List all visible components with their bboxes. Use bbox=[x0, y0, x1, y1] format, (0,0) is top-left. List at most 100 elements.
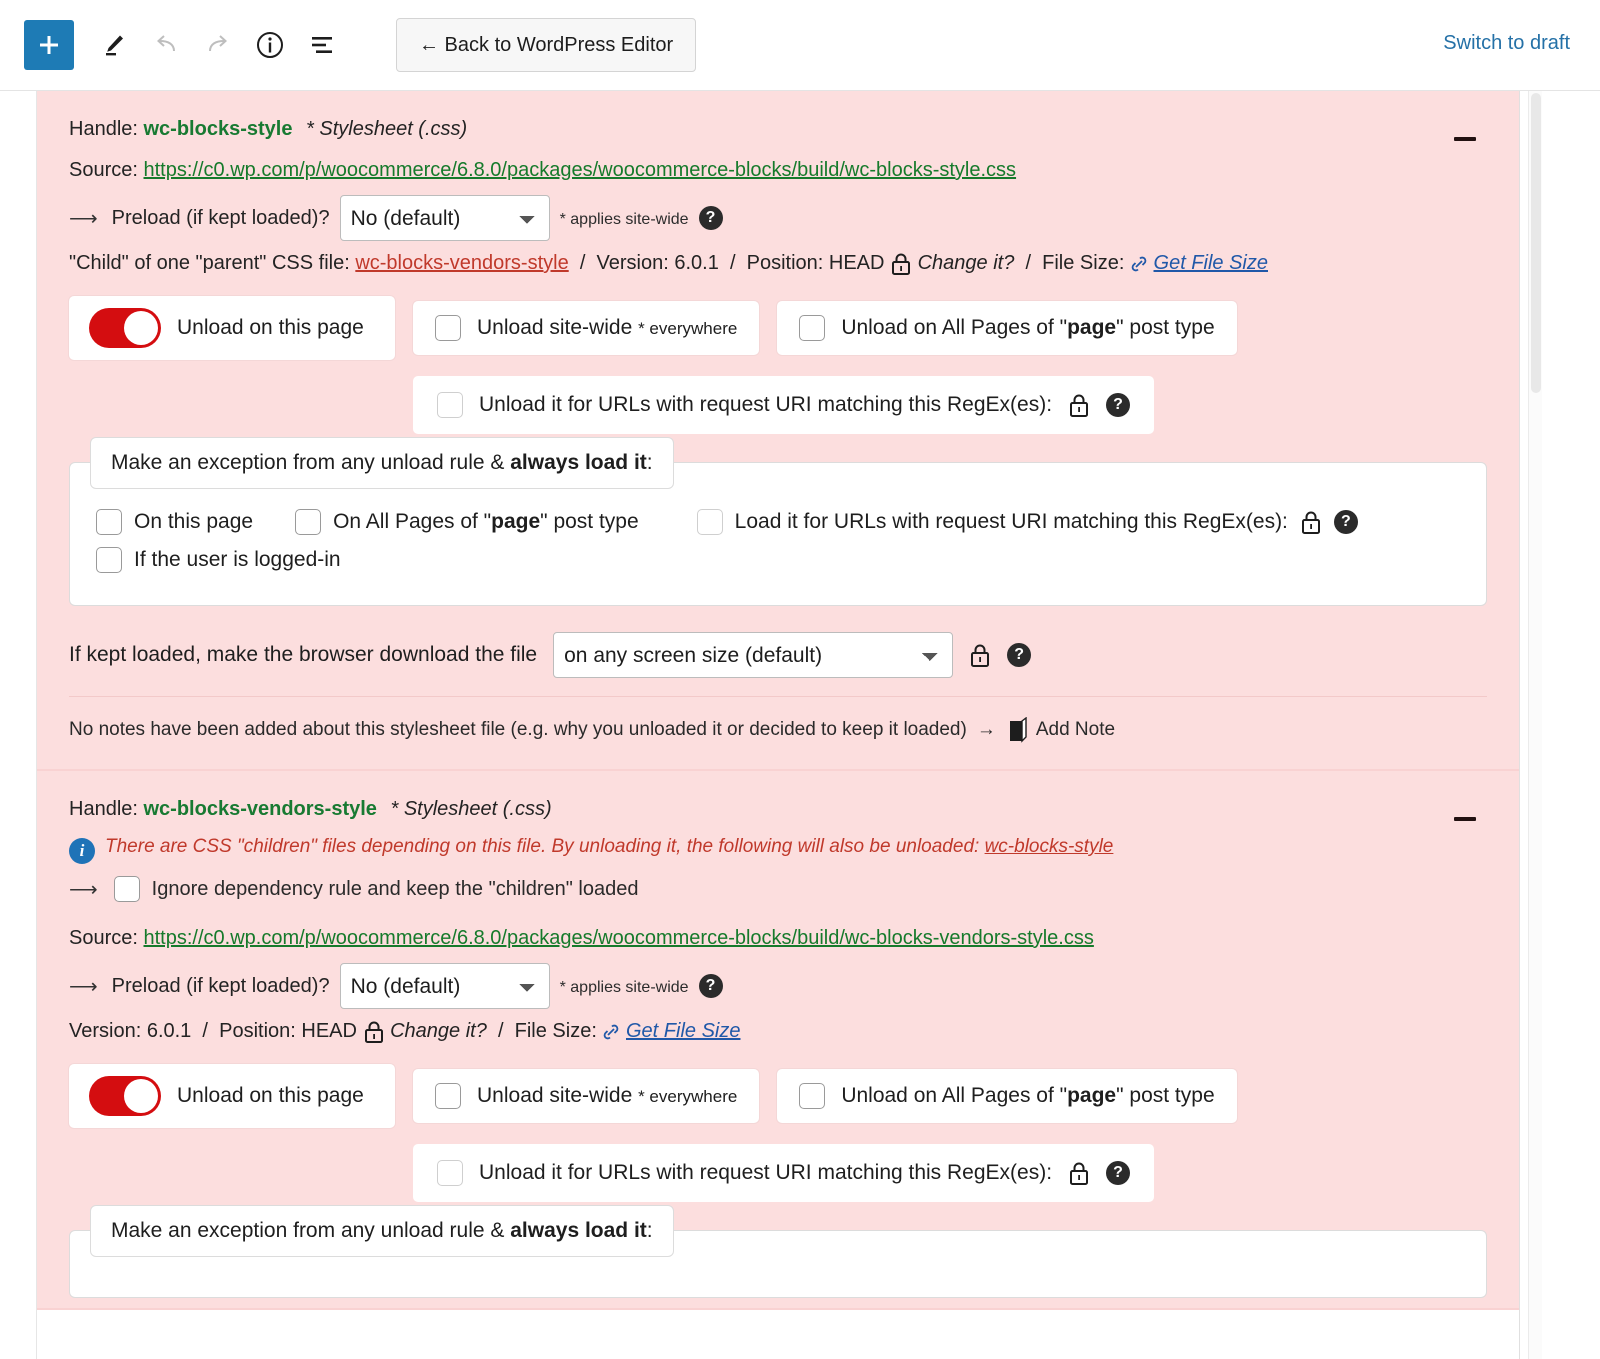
unload-regex-checkbox[interactable] bbox=[437, 1160, 463, 1186]
parent-handle-link[interactable]: wc-blocks-vendors-style bbox=[355, 252, 568, 274]
asset-handle-row: Handle: wc-blocks-style * Stylesheet (.c… bbox=[69, 115, 1487, 144]
separator: / bbox=[1019, 252, 1037, 274]
unload-site-wide-checkbox[interactable] bbox=[435, 315, 461, 341]
ignore-dependency-label: Ignore dependency rule and keep the "chi… bbox=[151, 877, 639, 900]
exception-all-pages-checkbox[interactable] bbox=[295, 509, 322, 535]
exception-regex-label: Load it for URLs with request URI matchi… bbox=[734, 510, 1288, 533]
preload-select[interactable]: No (default) bbox=[339, 195, 550, 241]
unload-regex-row: Unload it for URLs with request URI matc… bbox=[413, 376, 1487, 434]
lock-icon[interactable] bbox=[969, 642, 991, 668]
toggle-switch-on[interactable] bbox=[89, 308, 161, 348]
handle-name: wc-blocks-vendors-style bbox=[143, 798, 377, 820]
link-icon bbox=[604, 1024, 619, 1040]
note-pencil-icon bbox=[1009, 717, 1027, 743]
question-mark-icon[interactable]: ? bbox=[1333, 510, 1358, 534]
unload-all-pages-checkbox[interactable] bbox=[799, 1083, 826, 1109]
unload-site-wide-option[interactable]: Unload site-wide * everywhere bbox=[413, 1069, 760, 1123]
exception-all-pages-option[interactable]: On All Pages of "page" post type bbox=[295, 509, 639, 535]
add-note-button[interactable]: Add Note bbox=[1006, 717, 1115, 743]
unload-site-wide-option[interactable]: Unload site-wide * everywhere bbox=[413, 301, 760, 355]
unload-all-pages-label: Unload on All Pages of "page" post type bbox=[841, 1084, 1215, 1107]
collapse-toggle-icon[interactable] bbox=[1451, 805, 1479, 833]
switch-to-draft-link[interactable]: Switch to draft bbox=[1443, 32, 1570, 55]
arrow-right-icon: → bbox=[976, 719, 996, 740]
unload-all-pages-post-type-option[interactable]: Unload on All Pages of "page" post type bbox=[777, 301, 1237, 355]
source-label: Source: bbox=[69, 927, 138, 949]
pencil-icon bbox=[106, 35, 123, 56]
exception-on-this-page-checkbox[interactable] bbox=[96, 509, 122, 535]
dependency-warning: i There are CSS "children" files dependi… bbox=[69, 836, 1487, 864]
vertical-scrollbar[interactable] bbox=[1528, 91, 1542, 1359]
unload-regex-row: Unload it for URLs with request URI matc… bbox=[413, 1144, 1487, 1202]
info-circle-icon: i bbox=[69, 838, 95, 864]
unload-regex-option[interactable]: Unload it for URLs with request URI matc… bbox=[413, 1144, 1155, 1202]
back-to-wordpress-editor-button[interactable]: ← Back to WordPress Editor bbox=[396, 18, 697, 72]
exception-regex-checkbox[interactable] bbox=[696, 509, 723, 535]
change-it-link[interactable]: Change it? bbox=[390, 1020, 487, 1042]
unload-on-this-page-toggle[interactable]: Unload on this page bbox=[69, 296, 395, 360]
question-mark-icon[interactable]: ? bbox=[698, 974, 723, 998]
list-view-button[interactable] bbox=[296, 20, 348, 70]
unload-regex-checkbox[interactable] bbox=[437, 392, 463, 418]
unload-on-this-page-label: Unload on this page bbox=[177, 1084, 364, 1107]
get-file-size-link[interactable]: Get File Size bbox=[626, 1020, 740, 1042]
unload-all-pages-label: Unload on All Pages of "page" post type bbox=[841, 316, 1215, 339]
unload-all-pages-checkbox[interactable] bbox=[799, 315, 826, 341]
lock-icon[interactable] bbox=[1068, 392, 1090, 418]
download-screen-size-select[interactable]: on any screen size (default) bbox=[553, 632, 954, 678]
unload-regex-option[interactable]: Unload it for URLs with request URI matc… bbox=[413, 376, 1155, 434]
asset-source-row: Source: https://c0.wp.com/p/woocommerce/… bbox=[69, 156, 1487, 185]
question-mark-icon[interactable]: ? bbox=[1106, 1161, 1131, 1185]
content-scroll-area: Handle: wc-blocks-style * Stylesheet (.c… bbox=[0, 90, 1600, 1359]
dependency-warning-text: There are CSS "children" files depending… bbox=[105, 836, 1114, 857]
change-it-link[interactable]: Change it? bbox=[918, 252, 1015, 274]
dependency-child-link[interactable]: wc-blocks-style bbox=[985, 836, 1114, 857]
lock-icon[interactable] bbox=[890, 252, 912, 276]
exception-all-pages-label: On All Pages of "page" post type bbox=[333, 510, 639, 533]
undo-button[interactable] bbox=[140, 20, 192, 70]
lock-icon[interactable] bbox=[363, 1020, 385, 1044]
applies-sitewide-note: * applies site-wide bbox=[559, 210, 689, 228]
handle-label: Handle: bbox=[69, 118, 138, 140]
toggle-switch-on[interactable] bbox=[89, 1076, 161, 1116]
source-url-link[interactable]: https://c0.wp.com/p/woocommerce/6.8.0/pa… bbox=[144, 927, 1094, 949]
unload-options-row: Unload on this page Unload site-wide * e… bbox=[69, 1064, 1487, 1128]
details-button[interactable] bbox=[244, 20, 296, 70]
editor-toolbar: ← Back to WordPress Editor Switch to dra… bbox=[0, 0, 1600, 90]
exception-legend: Make an exception from any unload rule &… bbox=[90, 1205, 674, 1257]
exception-logged-in-checkbox[interactable] bbox=[96, 547, 122, 573]
get-file-size-link[interactable]: Get File Size bbox=[1154, 252, 1268, 274]
asset-block-wc-blocks-vendors-style: Handle: wc-blocks-vendors-style * Styles… bbox=[37, 771, 1519, 1310]
question-mark-icon[interactable]: ? bbox=[1007, 643, 1032, 667]
unload-all-pages-post-type-option[interactable]: Unload on All Pages of "page" post type bbox=[777, 1069, 1237, 1123]
asset-block-wc-blocks-style: Handle: wc-blocks-style * Stylesheet (.c… bbox=[37, 91, 1519, 771]
toggle-knob bbox=[124, 311, 158, 345]
redo-button[interactable] bbox=[192, 20, 244, 70]
version-label: Version: 6.0.1 bbox=[69, 1020, 192, 1042]
edit-tool-button[interactable] bbox=[88, 20, 140, 70]
lock-icon[interactable] bbox=[1068, 1160, 1090, 1186]
unload-on-this-page-toggle[interactable]: Unload on this page bbox=[69, 1064, 395, 1128]
arrow-right-icon: ⟶ bbox=[69, 975, 98, 998]
unload-on-this-page-label: Unload on this page bbox=[177, 316, 364, 339]
exception-logged-in-option[interactable]: If the user is logged-in bbox=[96, 547, 341, 573]
exception-regex-option[interactable]: Load it for URLs with request URI matchi… bbox=[696, 509, 1358, 535]
lock-icon[interactable] bbox=[1300, 509, 1322, 535]
add-block-button[interactable] bbox=[24, 20, 74, 70]
exception-options-row-1: On this page On All Pages of "page" post… bbox=[96, 509, 1460, 535]
collapse-toggle-icon[interactable] bbox=[1451, 125, 1479, 153]
ignore-dependency-checkbox[interactable] bbox=[113, 876, 140, 902]
asset-type-label: * Stylesheet (.css) bbox=[390, 798, 552, 820]
plus-icon bbox=[40, 36, 58, 54]
asset-handle-row: Handle: wc-blocks-vendors-style * Styles… bbox=[69, 795, 1487, 824]
preload-select[interactable]: No (default) bbox=[339, 963, 550, 1009]
source-url-link[interactable]: https://c0.wp.com/p/woocommerce/6.8.0/pa… bbox=[144, 159, 1017, 181]
question-mark-icon[interactable]: ? bbox=[1106, 393, 1131, 417]
exception-options-row-2: If the user is logged-in bbox=[96, 547, 1460, 573]
preload-label: Preload (if kept loaded)? bbox=[111, 974, 330, 997]
exception-on-this-page-option[interactable]: On this page bbox=[96, 509, 253, 535]
question-mark-icon[interactable]: ? bbox=[698, 206, 723, 230]
preload-row: ⟶ Preload (if kept loaded)? No (default)… bbox=[69, 963, 1487, 1009]
unload-site-wide-checkbox[interactable] bbox=[435, 1083, 461, 1109]
scrollbar-thumb[interactable] bbox=[1531, 93, 1541, 393]
